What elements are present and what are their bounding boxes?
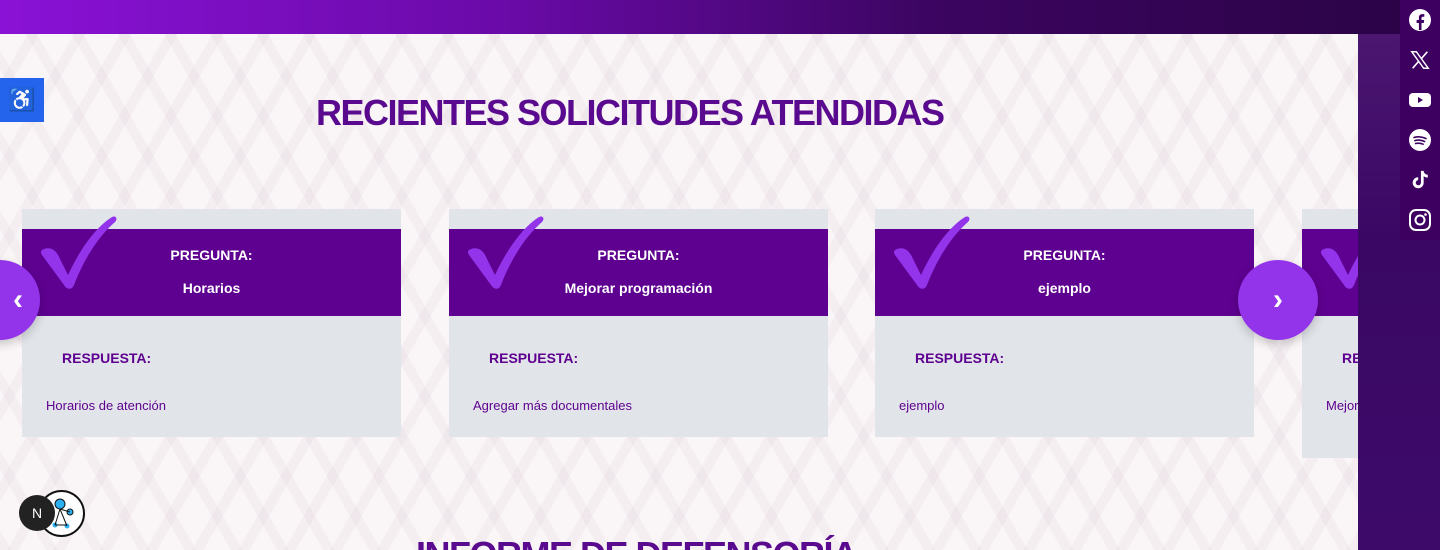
checkmark-icon [893,216,970,289]
top-bar [0,0,1440,34]
spotify-link[interactable] [1400,120,1440,160]
facebook-icon [1409,9,1431,31]
section-title: RECIENTES SOLICITUDES ATENDIDAS [316,92,945,133]
next-section-title: INFORME DE DEFENSORÍA [416,534,858,550]
x-icon [1410,51,1430,69]
answer-text: Horarios de atención [46,398,166,413]
checkmark-icon [40,216,117,289]
social-bar [1400,0,1440,240]
answer-text: Mejora de la logística de las instalacio… [1326,398,1358,413]
tiktok-link[interactable] [1400,160,1440,200]
answer-label: RESPUESTA: [1342,350,1358,366]
chevron-right-icon: › [1273,283,1283,316]
instagram-link[interactable] [1400,200,1440,240]
request-card: PREGUNTA: Mejora de RESPUESTA: Mejora de… [1302,209,1358,458]
request-card: PREGUNTA: ejemplo RESPUESTA: ejemplo [875,209,1254,437]
carousel-next-button[interactable]: › [1238,260,1318,340]
instagram-icon [1409,209,1431,231]
facebook-link[interactable] [1400,0,1440,40]
answer-label: RESPUESTA: [489,350,579,366]
answer-label: RESPUESTA: [62,350,152,366]
youtube-icon [1409,93,1431,107]
answer-text: Agregar más documentales [473,398,632,413]
chevron-left-icon: ‹ [13,283,23,316]
accessibility-icon: ♿ [8,87,36,112]
accessibility-button[interactable]: ♿ [0,78,44,122]
answer-label: RESPUESTA: [915,350,1005,366]
answer-text: ejemplo [899,398,945,413]
next-dev-badge[interactable]: N [19,495,55,531]
tiktok-icon [1412,170,1428,189]
youtube-link[interactable] [1400,80,1440,120]
spotify-icon [1409,129,1431,151]
x-link[interactable] [1400,40,1440,80]
request-card: PREGUNTA: Horarios RESPUESTA: Horarios d… [22,209,401,437]
main-section: RECIENTES SOLICITUDES ATENDIDAS PREGUNTA… [0,34,1358,550]
checkmark-icon [1320,248,1358,289]
request-card: PREGUNTA: Mejorar programación RESPUESTA… [449,209,828,437]
checkmark-icon [467,216,544,289]
